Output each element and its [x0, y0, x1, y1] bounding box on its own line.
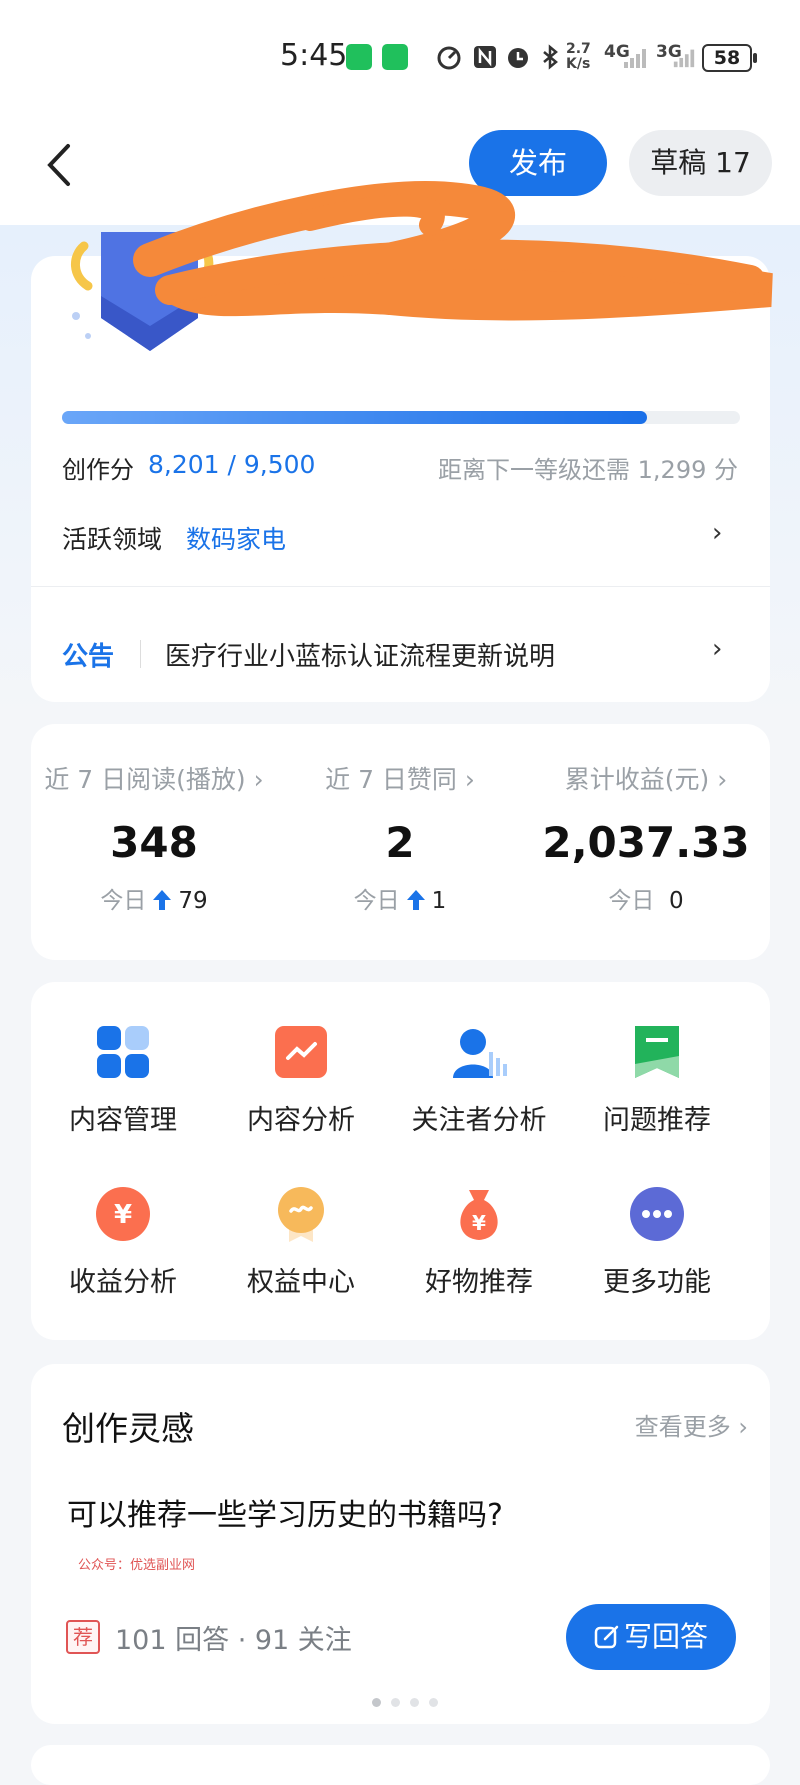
stat-value: 348: [110, 818, 198, 867]
tool-benefits-center[interactable]: 权益中心: [211, 1186, 391, 1299]
today-label: 今日: [100, 888, 147, 914]
recommend-tag: 荐: [66, 1620, 100, 1654]
write-answer-label: 写回答: [623, 1620, 708, 1653]
back-arrow-icon[interactable]: [42, 140, 82, 190]
stat-label: 近 7 日阅读(播放) ›: [44, 765, 264, 794]
chevron-right-icon[interactable]: ›: [712, 518, 722, 548]
carousel-dot[interactable]: [410, 1698, 419, 1707]
notice-tag: 公告: [62, 642, 115, 672]
today-label: 今日: [353, 888, 400, 914]
divider: [31, 586, 770, 587]
tool-label: 权益中心: [247, 1267, 355, 1298]
tool-label: 收益分析: [69, 1267, 177, 1298]
recommended-question[interactable]: 可以推荐一些学习历史的书籍吗?: [67, 1490, 503, 1534]
today-value: 79: [178, 888, 208, 914]
tool-goods-recommend[interactable]: ¥ 好物推荐: [389, 1186, 569, 1299]
question-meta: 101 回答 · 91 关注: [115, 1625, 352, 1656]
stat-today: 今日 1: [277, 881, 523, 915]
wechat-icon: [382, 44, 408, 70]
tool-earnings-analysis[interactable]: ¥ 收益分析: [33, 1186, 213, 1299]
redaction-scribble: [133, 181, 773, 321]
money-bag-icon: ¥: [460, 1190, 498, 1240]
nfc-icon: [474, 46, 496, 68]
stat-label: 近 7 日赞同 ›: [325, 765, 475, 794]
svg-text:¥: ¥: [114, 1200, 132, 1230]
more-dots-icon: [630, 1187, 684, 1241]
carousel-dot[interactable]: [372, 1698, 381, 1707]
tool-label: 内容管理: [69, 1105, 177, 1136]
stat-value: 2: [385, 818, 415, 867]
inspiration-title: 创作灵感: [62, 1409, 194, 1448]
stat-label: 累计收益(元) ›: [564, 765, 728, 794]
creation-score-value: 8,201 / 9,500: [148, 450, 316, 479]
medal-icon: [278, 1187, 324, 1242]
watermark-text: 公众号：优选副业网: [78, 1558, 196, 1573]
today-value: 1: [431, 888, 447, 914]
signal-bars-icon: [624, 49, 646, 68]
stat-earnings[interactable]: 累计收益(元) › 2,037.33 今日 0: [523, 724, 769, 915]
bluetooth-icon: [543, 44, 558, 70]
see-more-link[interactable]: 查看更多 ›: [635, 1407, 748, 1442]
active-field-label: 活跃领域: [62, 525, 163, 554]
carousel-dot[interactable]: [391, 1698, 400, 1707]
carousel-dots: [372, 1692, 448, 1711]
up-arrow-icon: [406, 890, 425, 910]
tool-follower-analysis[interactable]: 关注者分析: [389, 1024, 569, 1137]
trend-chart-icon: [275, 1026, 327, 1078]
notice-separator: [140, 640, 141, 668]
edit-icon: [594, 1625, 619, 1649]
tool-label: 关注者分析: [411, 1105, 547, 1136]
bookmark-icon: [635, 1026, 679, 1078]
tool-question-recommend[interactable]: 问题推荐: [567, 1024, 747, 1137]
stats-card: 近 7 日阅读(播放) › 348 今日 79 近 7 日赞同 › 2 今日 1 累…: [31, 724, 770, 960]
level-progress-fill: [62, 411, 648, 424]
follower-stats-icon: [453, 1029, 507, 1078]
today-label: 今日: [608, 888, 655, 914]
grid-icon: [97, 1026, 149, 1078]
carousel-dot[interactable]: [429, 1698, 438, 1707]
tool-label: 内容分析: [247, 1105, 355, 1136]
speed-icon: [437, 46, 461, 70]
active-field-value[interactable]: 数码家电: [186, 520, 286, 556]
tools-card: 内容管理 内容分析 关注者分析 问题推荐 ¥ 收益分析 权益中心 ¥ 好物推荐 …: [31, 982, 770, 1340]
write-answer-button[interactable]: 写回答: [566, 1604, 736, 1670]
tool-content-analysis[interactable]: 内容分析: [211, 1024, 391, 1137]
next-card-partial: [31, 1745, 770, 1785]
network-speed: 2.7 K/s: [566, 41, 591, 72]
today-value: 0: [668, 888, 684, 914]
creation-score-label: 创作分: [62, 456, 134, 484]
stat-today: 今日 0: [523, 881, 769, 915]
tool-label: 好物推荐: [425, 1267, 533, 1298]
yuan-coin-icon: ¥: [96, 1187, 150, 1241]
svg-text:¥: ¥: [472, 1211, 486, 1235]
signal-bars-icon: [673, 49, 695, 68]
tool-label: 更多功能: [603, 1267, 711, 1298]
hourglass-icon: [346, 44, 372, 70]
alarm-icon: [508, 48, 528, 68]
level-progress-bar: [62, 411, 740, 424]
status-time: 5:45: [280, 38, 348, 73]
tool-content-management[interactable]: 内容管理: [33, 1024, 213, 1137]
battery-indicator: 58: [702, 44, 757, 72]
tool-label: 问题推荐: [603, 1105, 711, 1136]
stat-likes[interactable]: 近 7 日赞同 › 2 今日 1: [277, 724, 523, 915]
status-bar: 5:45 2.7 K/s 4G 3G 58: [0, 0, 800, 110]
up-arrow-icon: [153, 890, 172, 910]
next-level-hint: 距离下一等级还需 1,299 分: [438, 456, 738, 484]
tool-more-features[interactable]: 更多功能: [567, 1186, 747, 1299]
chevron-right-icon[interactable]: ›: [712, 634, 722, 664]
notice-text[interactable]: 医疗行业小蓝标认证流程更新说明: [165, 636, 555, 673]
stat-reads[interactable]: 近 7 日阅读(播放) › 348 今日 79: [31, 724, 277, 915]
stat-today: 今日 79: [31, 881, 277, 915]
stat-value: 2,037.33: [542, 818, 750, 867]
